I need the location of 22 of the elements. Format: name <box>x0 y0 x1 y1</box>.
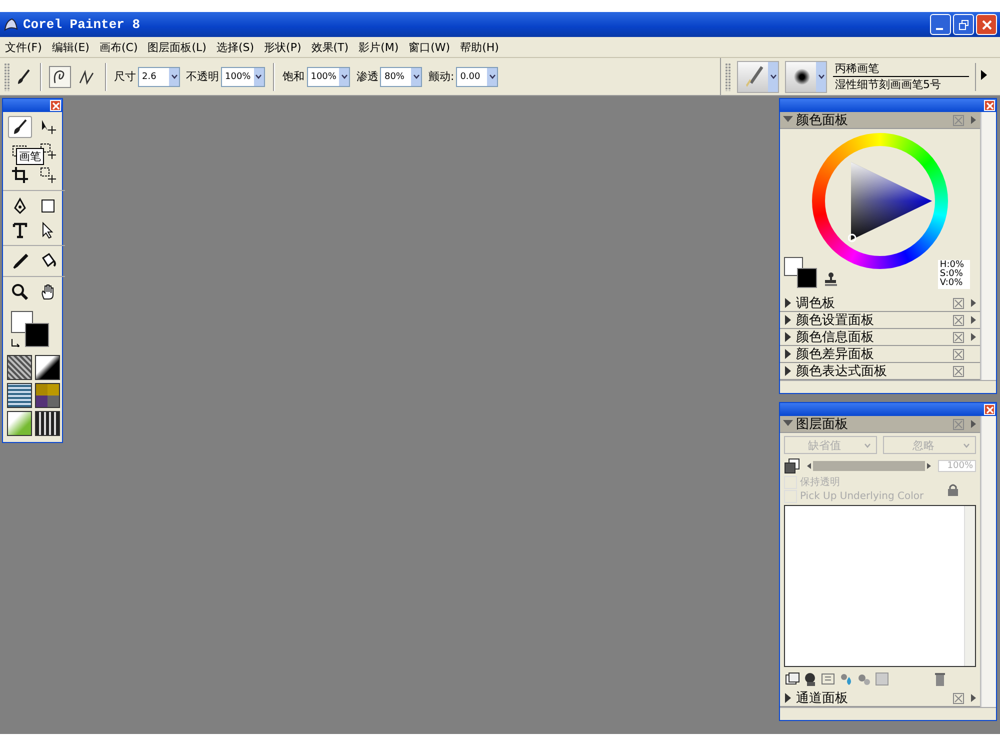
field-label: 饱和 <box>282 69 305 84</box>
checkbox-label: Pick Up Underlying Color <box>800 490 924 502</box>
section-title: 图层面板 <box>796 416 849 433</box>
section-title: 颜色表达式面板 <box>796 363 888 380</box>
section-title: 通道面板 <box>796 690 849 707</box>
hsv-value: S:0% <box>940 270 964 279</box>
hsv-value: H:0% <box>940 261 964 270</box>
tool-tooltip: 画笔 <box>16 148 44 165</box>
field-label: 渗透 <box>356 69 378 84</box>
field-label: 不透明 <box>186 69 219 84</box>
window-title: Corel Painter 8 <box>23 17 142 32</box>
field-label: 颤动: <box>428 69 454 84</box>
hsv-value: V:0% <box>940 279 964 288</box>
section-title: 颜色设置面板 <box>796 312 875 329</box>
brush-variant-name: 湿性细节刻画画笔5号 <box>834 77 942 92</box>
section-title: 调色板 <box>796 295 836 312</box>
section-title: 颜色信息面板 <box>796 329 875 346</box>
section-title: 颜色差异面板 <box>796 346 875 363</box>
field-label: 尺寸 <box>114 69 136 84</box>
section-title: 颜色面板 <box>796 112 849 129</box>
checkbox-label: 保持透明 <box>800 476 840 489</box>
brush-category-name: 丙稀画笔 <box>833 61 969 77</box>
